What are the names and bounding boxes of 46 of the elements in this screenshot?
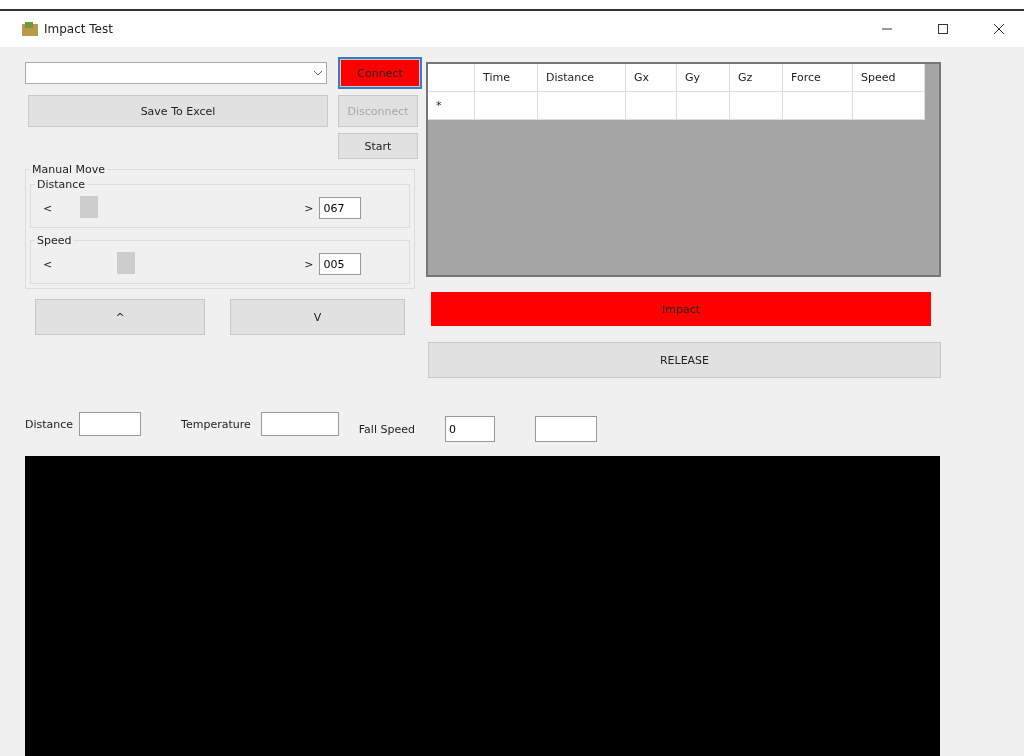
table-cell[interactable] — [626, 92, 677, 120]
value-field[interactable]: 067 — [319, 197, 362, 219]
port-dropdown[interactable] — [25, 62, 327, 84]
close-icon[interactable] — [994, 24, 1004, 34]
column-header[interactable]: Speed — [853, 64, 925, 92]
value-field[interactable]: 005 — [319, 253, 362, 275]
slider-thumb[interactable] — [80, 196, 99, 218]
readout-field[interactable] — [260, 412, 339, 436]
readout-field[interactable]: 0 — [444, 416, 495, 442]
scroll-right-arrow[interactable]: > — [304, 257, 314, 271]
maximize-icon[interactable] — [938, 24, 948, 34]
table-cell[interactable] — [853, 92, 925, 120]
release-button[interactable]: RELEASE — [428, 342, 941, 378]
impact-button[interactable]: Impact — [431, 292, 931, 326]
column-header[interactable]: Gy — [677, 64, 730, 92]
column-header[interactable]: Gz — [730, 64, 783, 92]
column-header[interactable]: Distance — [538, 64, 626, 92]
scroll-left-arrow[interactable]: < — [43, 201, 53, 215]
group-title: Distance — [36, 178, 87, 191]
column-header[interactable]: Force — [783, 64, 853, 92]
field-label: Fall Speed — [358, 422, 415, 436]
start-button[interactable]: Start — [338, 133, 418, 159]
jog-button[interactable]: V — [230, 299, 405, 335]
readout-field[interactable] — [534, 416, 597, 442]
corner-cell — [428, 64, 475, 92]
app-icon — [22, 22, 38, 36]
group-title: Speed — [36, 234, 73, 247]
chevron-down-icon — [314, 70, 322, 76]
field-label: Distance — [25, 417, 74, 431]
connect-button[interactable]: Connect — [340, 59, 420, 87]
table-cell[interactable] — [730, 92, 783, 120]
save-to-excel-button[interactable]: Save To Excel — [28, 95, 328, 127]
readout-field[interactable] — [79, 412, 142, 436]
column-header[interactable]: Time — [475, 64, 538, 92]
group-title: Manual Move — [31, 163, 106, 176]
table-cell[interactable] — [538, 92, 626, 120]
field-label: Temperature — [181, 417, 251, 431]
table-cell[interactable] — [677, 92, 730, 120]
slider-thumb[interactable] — [117, 252, 136, 274]
jog-button[interactable]: ^ — [35, 299, 205, 335]
scroll-left-arrow[interactable]: < — [43, 257, 53, 271]
table-cell[interactable] — [783, 92, 853, 120]
window-title: Impact Test — [44, 22, 114, 36]
scroll-right-arrow[interactable]: > — [304, 201, 314, 215]
table-cell[interactable] — [475, 92, 538, 120]
column-header[interactable]: Gx — [626, 64, 677, 92]
